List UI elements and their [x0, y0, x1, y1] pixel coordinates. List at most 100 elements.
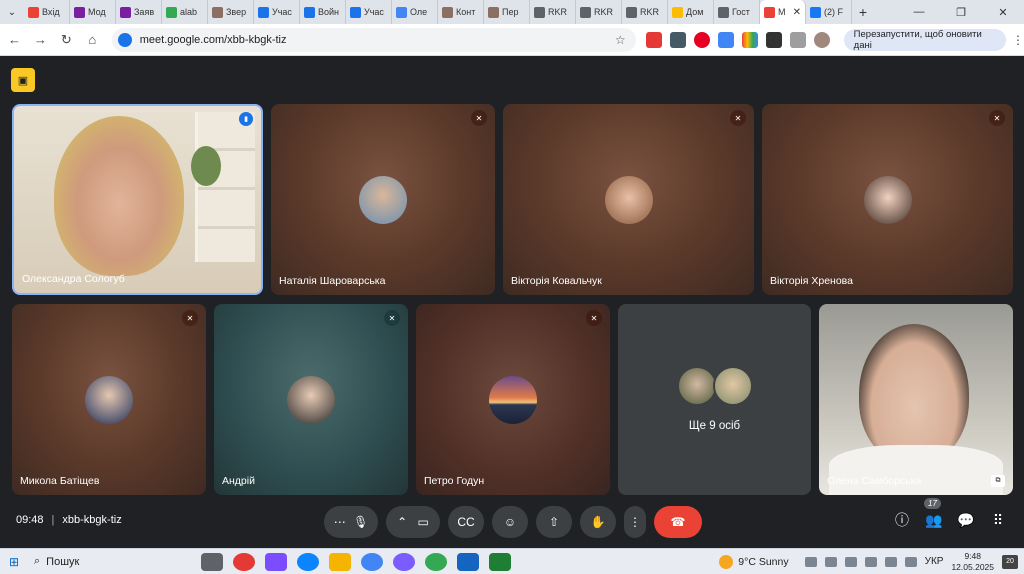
- close-window-icon[interactable]: ✕: [982, 6, 1024, 19]
- chevron-up-icon[interactable]: ⌃: [397, 515, 407, 529]
- reactions-button[interactable]: ☺: [492, 506, 528, 538]
- browser-tab[interactable]: Заяв: [116, 0, 162, 24]
- restart-update-button[interactable]: Перезапустити, щоб оновити дані: [843, 28, 1007, 51]
- participant-tile-natalia[interactable]: ✕ Наталія Шароварська: [271, 104, 495, 295]
- profile-avatar[interactable]: [813, 31, 830, 48]
- browser-tab[interactable]: alab: [162, 0, 208, 24]
- close-tab-icon[interactable]: ✕: [793, 7, 801, 18]
- globe-icon: [304, 6, 315, 18]
- browser-tab[interactable]: (2) F: [806, 0, 852, 24]
- browser-tab[interactable]: Учас: [346, 0, 392, 24]
- copilot-icon[interactable]: [265, 552, 287, 571]
- participant-tile-viktoria-khrenova[interactable]: ✕ Вікторія Хренова: [762, 104, 1013, 295]
- taskbar-search[interactable]: ⌕ Пошук: [28, 552, 188, 572]
- colorful-extension-icon[interactable]: [741, 31, 758, 48]
- tab-label: Войн: [318, 7, 340, 17]
- battery-icon[interactable]: [844, 556, 857, 567]
- cloud-icon[interactable]: [824, 556, 837, 567]
- chevron-up-icon[interactable]: [804, 556, 817, 567]
- opera-icon[interactable]: [233, 552, 255, 571]
- meeting-code: xbb-kbgk-tiz: [62, 514, 122, 526]
- microphone-icon[interactable]: 🎙: [353, 515, 368, 529]
- extensions-puzzle-icon[interactable]: [789, 31, 806, 48]
- browser-tab[interactable]: Оле: [392, 0, 438, 24]
- browser-tab[interactable]: RKR: [576, 0, 622, 24]
- maximize-icon[interactable]: ❐: [940, 6, 982, 19]
- windows-start-icon[interactable]: ⊞: [0, 555, 28, 569]
- browser-tab[interactable]: RKR: [622, 0, 668, 24]
- camera-icon[interactable]: ▭: [418, 515, 429, 529]
- mic-control[interactable]: ⋯ 🎙: [324, 506, 378, 538]
- self-view-icon[interactable]: ⧉: [991, 475, 1005, 487]
- participant-tile-andrii[interactable]: ✕ Андрій: [214, 304, 408, 495]
- extension-icon[interactable]: [669, 31, 686, 48]
- participant-tile-petro[interactable]: ✕ Петро Годун: [416, 304, 610, 495]
- browser-tab[interactable]: RKR: [530, 0, 576, 24]
- participant-tile-viktoria-kovalchuk[interactable]: ✕ Вікторія Ковальчук: [503, 104, 754, 295]
- pinterest-extension-icon[interactable]: [693, 31, 710, 48]
- browser-tab[interactable]: Звер: [208, 0, 254, 24]
- qr-extension-icon[interactable]: [765, 31, 782, 48]
- weather-widget[interactable]: 9°C Sunny: [719, 554, 789, 569]
- participant-tile-olena[interactable]: Олена Самборська ⧉: [819, 304, 1013, 495]
- volume-icon[interactable]: [884, 556, 897, 567]
- clock[interactable]: 9:48 12.05.2025: [951, 551, 994, 573]
- chat-button[interactable]: 💬: [950, 512, 982, 529]
- present-button[interactable]: ⇧: [536, 506, 572, 538]
- participant-name: Наталія Шароварська: [279, 275, 386, 287]
- file-explorer-icon[interactable]: [329, 552, 351, 571]
- meeting-info-button[interactable]: ⓘ: [886, 510, 918, 530]
- browser-tab[interactable]: Мод: [70, 0, 116, 24]
- browser-tab[interactable]: Пер: [484, 0, 530, 24]
- notifications-badge[interactable]: 20: [1002, 554, 1018, 569]
- browser-tab[interactable]: Учас: [254, 0, 300, 24]
- mic-off-icon: ✕: [182, 310, 198, 326]
- edge-icon[interactable]: [297, 552, 319, 571]
- site-info-icon[interactable]: [117, 32, 132, 47]
- browser-tab[interactable]: Вхід: [24, 0, 70, 24]
- meeting-notice-icon[interactable]: ▣: [11, 68, 35, 92]
- leave-call-button[interactable]: ☎: [654, 506, 702, 538]
- browser-tab[interactable]: Гост: [714, 0, 760, 24]
- excel-icon[interactable]: [489, 552, 511, 571]
- url-text: meet.google.com/xbb-kbgk-tiz: [139, 33, 287, 46]
- participant-tile-mykola[interactable]: ✕ Микола Батіщев: [12, 304, 206, 495]
- browser-tab[interactable]: М ✕: [760, 0, 806, 24]
- language-indicator[interactable]: УКР: [925, 556, 944, 567]
- browser-tab[interactable]: Дом: [668, 0, 714, 24]
- keyboard-icon[interactable]: [904, 556, 917, 567]
- raise-hand-button[interactable]: ✋: [580, 506, 616, 538]
- browser-tab[interactable]: Войн: [300, 0, 346, 24]
- more-options-button[interactable]: ⋮: [624, 506, 646, 538]
- people-button[interactable]: 👥 17: [918, 497, 950, 529]
- new-tab-button[interactable]: +: [852, 4, 874, 20]
- participant-name: Олена Самборська: [827, 475, 922, 487]
- forward-icon[interactable]: →: [29, 28, 52, 52]
- viber-icon[interactable]: [393, 552, 415, 571]
- captions-button[interactable]: CC: [448, 506, 484, 538]
- translate-extension-icon[interactable]: [717, 31, 734, 48]
- more-participants-tile[interactable]: Ще 9 осіб: [618, 304, 811, 495]
- tab-search-icon[interactable]: ⌄: [0, 0, 24, 24]
- wifi-icon[interactable]: [864, 556, 877, 567]
- address-bar[interactable]: meet.google.com/xbb-kbgk-tiz ☆: [111, 27, 636, 52]
- home-icon[interactable]: ⌂: [81, 28, 104, 52]
- tab-label: Оле: [410, 7, 428, 17]
- task-view-icon[interactable]: [201, 552, 223, 571]
- more-audio-options-icon[interactable]: ⋯: [334, 515, 346, 529]
- adblock-extension-icon[interactable]: [645, 31, 662, 48]
- globe-icon: [626, 6, 637, 18]
- participant-tile-alexandra[interactable]: ▮ Олександра Сологуб: [12, 104, 263, 295]
- reload-icon[interactable]: ↻: [55, 28, 78, 52]
- tab-label: Дом: [686, 7, 704, 17]
- browser-tab[interactable]: Конт: [438, 0, 484, 24]
- chrome-profile-icon[interactable]: [425, 552, 447, 571]
- camera-control[interactable]: ⌃ ▭: [386, 506, 440, 538]
- chrome-icon[interactable]: [361, 552, 383, 571]
- activities-button[interactable]: ⠿: [982, 512, 1014, 529]
- app-icon[interactable]: [457, 552, 479, 571]
- browser-menu-icon[interactable]: ⋮: [1012, 33, 1024, 47]
- bookmark-star-icon[interactable]: ☆: [615, 33, 626, 47]
- minimize-icon[interactable]: —: [898, 6, 940, 19]
- back-icon[interactable]: ←: [3, 28, 26, 52]
